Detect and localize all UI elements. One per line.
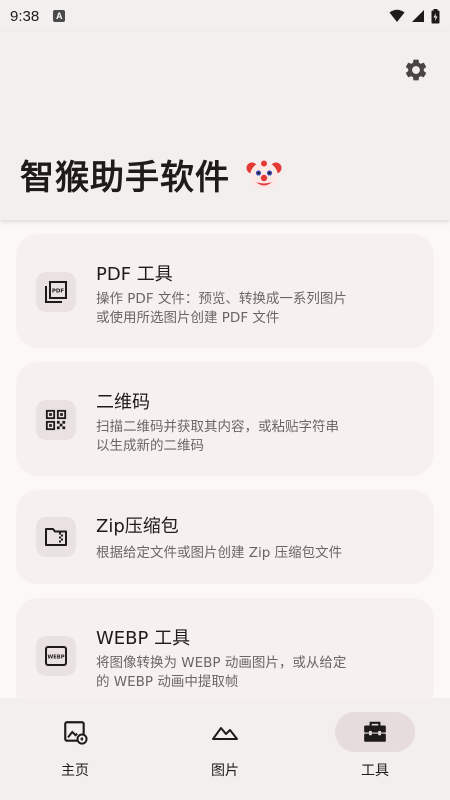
- card-zip-archive[interactable]: Zip压缩包 根据给定文件或图片创建 Zip 压缩包文件: [16, 490, 434, 584]
- card-description-line1: 根据给定文件或图片创建 Zip 压缩包文件: [96, 545, 343, 561]
- card-webp-tools[interactable]: WEBP WEBP 工具 将图像转换为 WEBP 动画图片，或从给定 的 WEB…: [16, 598, 434, 698]
- nav-icon-container: [185, 712, 265, 752]
- card-title: 二维码: [96, 392, 150, 413]
- app-title-group: 智猴助手软件: [20, 150, 282, 199]
- card-pdf-tools[interactable]: PDF PDF 工具 操作 PDF 文件：预览、转换成一系列图片 或使用所选图片…: [16, 234, 434, 348]
- nav-item-tools[interactable]: 工具: [300, 698, 450, 800]
- wifi-icon: [389, 9, 405, 22]
- card-description-line2: 或使用所选图片创建 PDF 文件: [96, 310, 280, 326]
- zip-icon-container: [36, 517, 76, 557]
- home-image-icon: [64, 721, 88, 745]
- nav-label-home: 主页: [61, 763, 89, 779]
- webp-icon-container: WEBP: [36, 636, 76, 676]
- pdf-icon: PDF: [45, 281, 67, 303]
- settings-button[interactable]: [402, 56, 430, 84]
- card-description-line1: 将图像转换为 WEBP 动画图片，或从给定: [96, 655, 347, 671]
- card-qr-code[interactable]: 二维码 扫描二维码并获取其内容，或粘贴字符串 以生成新的二维码: [16, 362, 434, 476]
- nav-label-tools: 工具: [361, 763, 389, 779]
- card-title: PDF 工具: [96, 264, 173, 285]
- clown-face-icon: [246, 160, 282, 190]
- card-description-line2: 以生成新的二维码: [96, 438, 204, 454]
- app-header: 智猴助手软件: [0, 32, 450, 220]
- card-description-line1: 扫描二维码并获取其内容，或粘贴字符串: [96, 419, 339, 435]
- nav-icon-container-active: [335, 712, 415, 752]
- card-description-line1: 操作 PDF 文件：预览、转换成一系列图片: [96, 291, 347, 307]
- app-title: 智猴助手软件: [20, 158, 230, 198]
- gear-icon: [405, 59, 427, 81]
- nav-item-home[interactable]: 主页: [0, 698, 150, 800]
- status-bar: 9:38 A: [0, 0, 450, 32]
- card-title: WEBP 工具: [96, 628, 191, 649]
- tool-card-list[interactable]: PDF PDF 工具 操作 PDF 文件：预览、转换成一系列图片 或使用所选图片…: [0, 222, 450, 698]
- card-description-line2: 的 WEBP 动画中提取帧: [96, 674, 239, 690]
- zip-folder-icon: [45, 528, 67, 546]
- webp-icon: WEBP: [45, 646, 67, 666]
- status-indicators: [389, 8, 440, 24]
- nav-item-images[interactable]: 图片: [150, 698, 300, 800]
- svg-text:WEBP: WEBP: [47, 655, 64, 661]
- nav-icon-container: [35, 712, 115, 752]
- notification-icon: A: [53, 10, 66, 22]
- bottom-navigation: 主页 图片 工具: [0, 698, 450, 800]
- signal-icon: [412, 10, 424, 22]
- qr-code-icon: [45, 409, 67, 431]
- toolbox-icon: [364, 721, 386, 742]
- qr-icon-container: [36, 400, 76, 440]
- nav-label-images: 图片: [211, 763, 239, 779]
- svg-text:PDF: PDF: [52, 289, 65, 295]
- landscape-icon: [212, 727, 238, 740]
- card-title: Zip压缩包: [96, 516, 179, 537]
- battery-icon: [431, 8, 440, 23]
- pdf-icon-container: PDF: [36, 272, 76, 312]
- status-time: 9:38: [10, 7, 40, 25]
